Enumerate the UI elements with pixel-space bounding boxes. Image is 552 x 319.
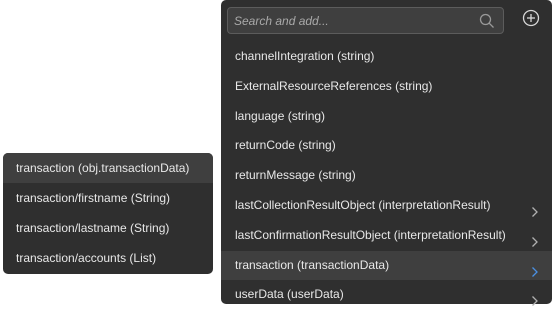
submenu-item-label: transaction/lastname (String) [16, 221, 170, 235]
chevron-right-icon [531, 200, 539, 217]
transaction-submenu: transaction (obj.transactionData) transa… [3, 153, 213, 274]
menu-item-return-code[interactable]: returnCode (string) [221, 131, 552, 161]
submenu-item-transaction-object[interactable]: transaction (obj.transactionData) [3, 153, 213, 183]
submenu-item-label: transaction/firstname (String) [16, 191, 171, 205]
search-input[interactable] [234, 12, 470, 30]
plus-circle-icon [522, 9, 540, 30]
menu-item-label: channelIntegration (string) [235, 49, 375, 63]
menu-item-last-collection-result-object[interactable]: lastCollectionResultObject (interpretati… [221, 191, 552, 221]
menu-item-label: returnCode (string) [235, 138, 336, 153]
chevron-right-icon [531, 260, 539, 277]
chevron-right-icon [531, 289, 539, 307]
submenu-item-label: transaction (obj.transactionData) [16, 161, 190, 175]
add-button[interactable] [521, 9, 541, 29]
menu-item-label: transaction (transactionData) [235, 257, 390, 272]
menu-item-external-resource-references[interactable]: ExternalResourceReferences (string) [221, 72, 552, 102]
menu-item-label: language (string) [235, 108, 326, 123]
search-icon[interactable] [479, 13, 495, 29]
menu-item-label: ExternalResourceReferences (string) [235, 78, 433, 93]
submenu-item-firstname[interactable]: transaction/firstname (String) [3, 183, 213, 213]
menu-item-return-message[interactable]: returnMessage (string) [221, 161, 552, 191]
submenu-item-lastname[interactable]: transaction/lastname (String) [3, 213, 213, 243]
menu-item-label: lastConfirmationResultObject (interpreta… [235, 227, 506, 242]
menu-item-channel-integration[interactable]: channelIntegration (string) [221, 42, 552, 72]
field-list: channelIntegration (string) ExternalReso… [221, 42, 552, 310]
menu-item-last-confirmation-result-object[interactable]: lastConfirmationResultObject (interpreta… [221, 221, 552, 251]
submenu-item-accounts[interactable]: transaction/accounts (List) [3, 243, 213, 273]
search-box[interactable] [227, 7, 504, 34]
field-picker-panel: channelIntegration (string) ExternalReso… [221, 0, 552, 307]
menu-item-transaction[interactable]: transaction (transactionData) [221, 250, 552, 281]
menu-item-label: lastCollectionResultObject (interpretati… [235, 197, 491, 212]
menu-item-label: userData (userData) [235, 287, 344, 302]
menu-item-label: returnMessage (string) [235, 168, 356, 183]
submenu-item-label: transaction/accounts (List) [16, 251, 157, 265]
menu-item-user-data[interactable]: userData (userData) [221, 280, 552, 310]
chevron-right-icon [531, 230, 539, 247]
menu-item-language[interactable]: language (string) [221, 102, 552, 132]
